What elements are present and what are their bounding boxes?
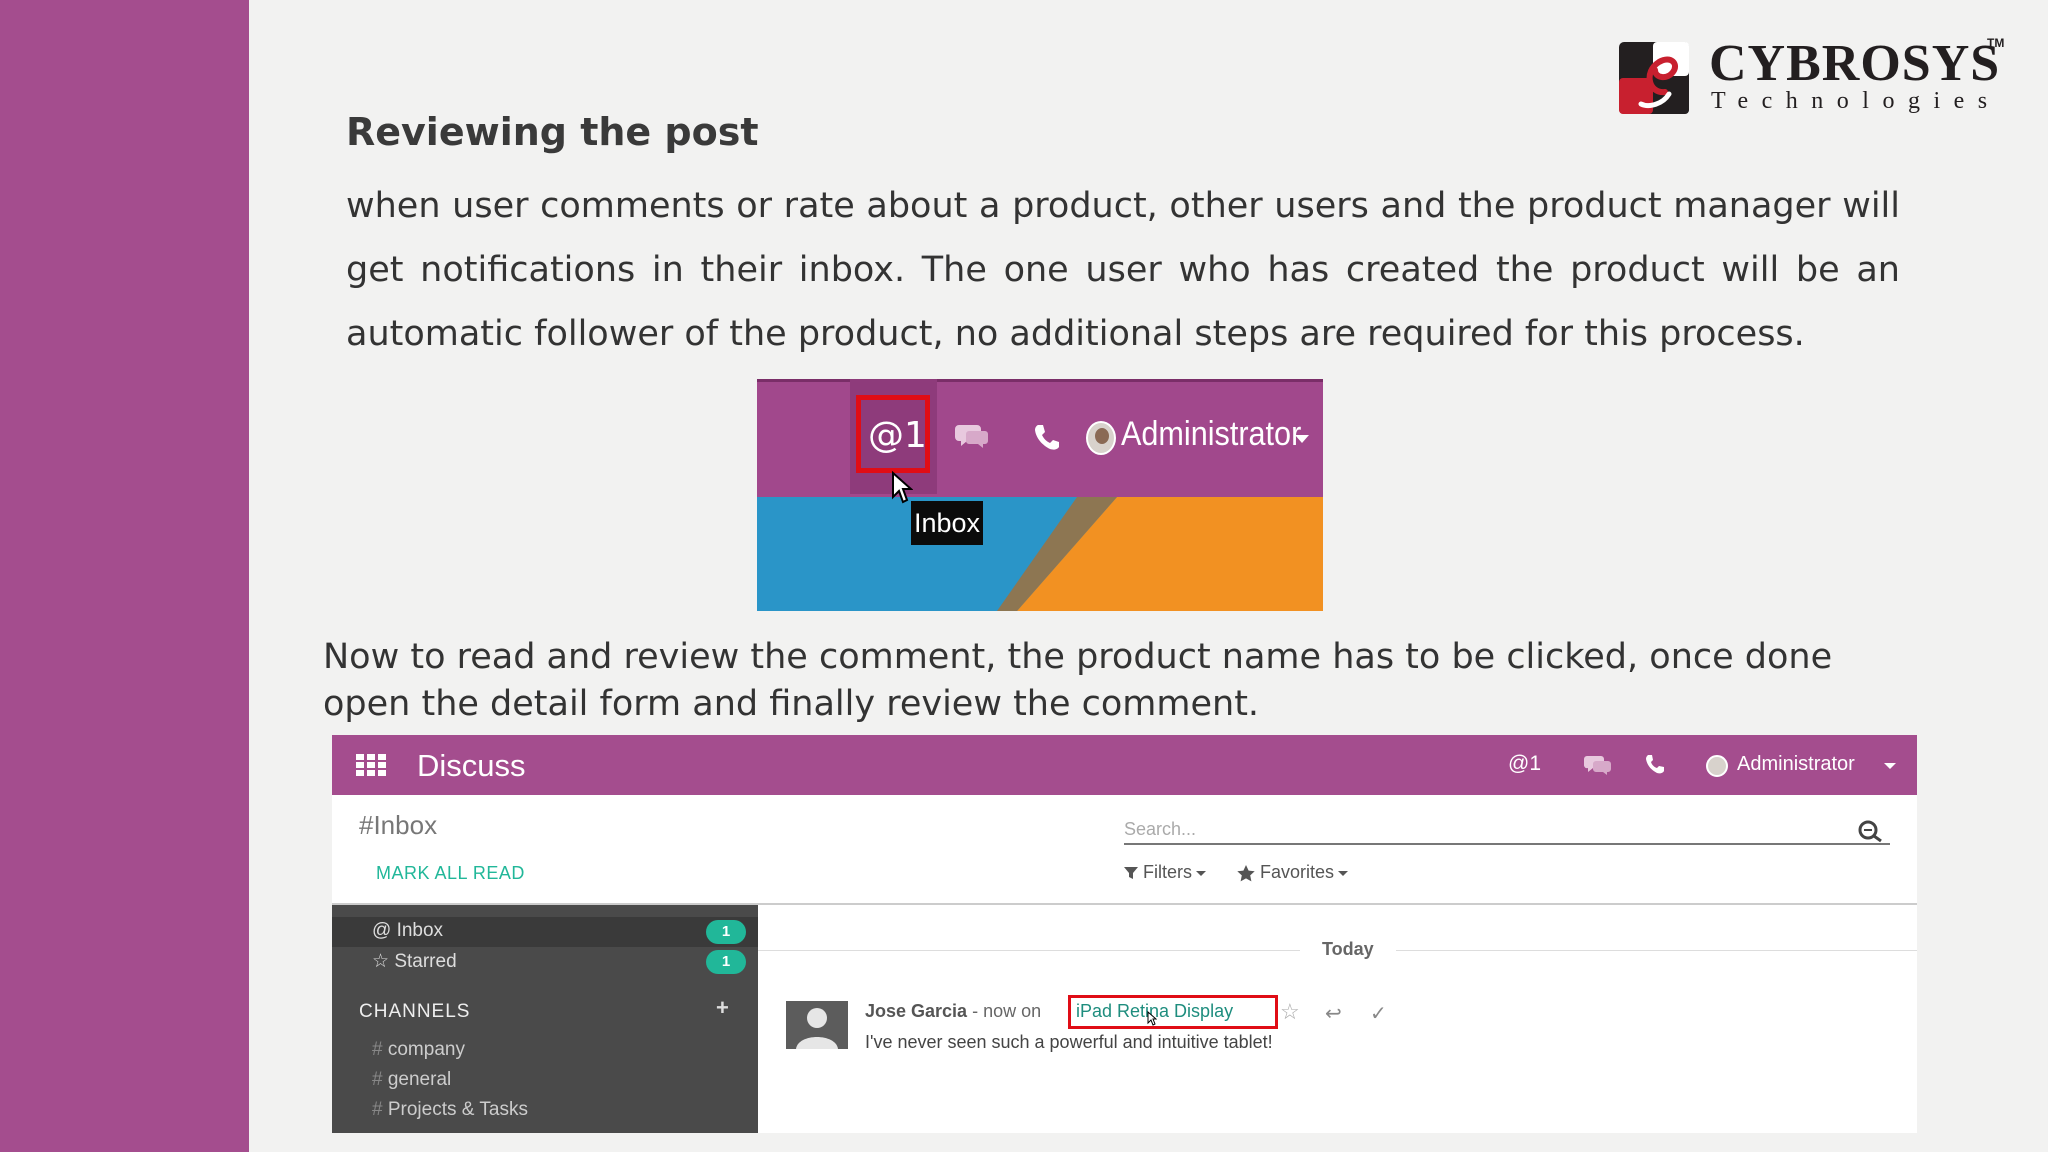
chat-icon[interactable] [1584,754,1612,776]
search-bar [1124,815,1890,845]
filters-dropdown[interactable]: Filters [1124,862,1207,883]
chat-icon[interactable] [955,421,989,451]
message-body: I've never seen such a powerful and intu… [865,1032,1273,1052]
avatar-icon[interactable] [1086,421,1116,455]
cursor-icon [1147,1011,1157,1026]
channel-label: Projects & Tasks [387,1099,528,1120]
channel-item-company[interactable]: # company [372,1039,465,1061]
sidebar-item-label: Starred [394,951,457,972]
highlight-box [1068,995,1278,1029]
logo-name: CYBROSYS [1709,35,2001,92]
accent-band [0,0,249,1152]
slide-title: Reviewing the post [346,110,759,154]
channel-item-projects[interactable]: # Projects & Tasks [372,1099,528,1121]
date-separator: Today [1300,939,1396,960]
message-meta: - now on [972,1001,1042,1021]
discuss-navbar [332,735,1917,795]
avatar-icon[interactable] [1706,755,1728,777]
screenshot-discuss: Discuss @1 Administrator #Inbox MARK ALL… [332,735,1917,1133]
filter-icon [1124,867,1138,880]
screenshot-inbox-notification: @1 Administrator Inbox [757,379,1323,611]
cursor-icon [892,471,913,504]
sidebar-item-label: Inbox [396,920,444,941]
caret-down-icon[interactable] [1884,763,1896,769]
slide-paragraph-1: when user comments or rate about a produ… [346,186,1900,354]
author-avatar[interactable] [786,1001,848,1049]
search-icon[interactable] [1856,819,1884,843]
star-icon[interactable]: ☆ [1280,999,1300,1025]
slide-paragraph-2: Now to read and review the comment, the … [323,637,1833,724]
channel-label: company [387,1039,465,1060]
phone-icon[interactable] [1033,423,1059,451]
sidebar-item-starred[interactable]: ☆ Starred [372,950,457,973]
channel-label: general [387,1069,452,1090]
inbox-tooltip: Inbox [911,501,983,545]
caret-down-icon [1338,870,1349,876]
caret-down-icon [1196,870,1207,876]
mark-all-read-button[interactable]: MARK ALL READ [376,863,525,884]
cybrosys-logo: CYBROSYS TM Technologies [1617,35,2004,120]
sidebar-item-inbox[interactable]: @ Inbox [372,920,443,942]
logo-trademark: TM [1987,36,2005,50]
star-icon: ☆ [372,951,390,972]
add-channel-icon[interactable]: + [716,995,729,1021]
unread-badge: 1 [706,950,746,974]
discuss-sidebar: @ Inbox 1 ☆ Starred 1 CHANNELS + # compa… [332,905,758,1133]
channel-item-general[interactable]: # general [372,1069,451,1091]
star-icon [1237,864,1255,882]
app-name: Discuss [417,748,526,783]
cybrosys-logo-mark-icon [1619,42,1689,114]
favorites-label: Favorites [1260,862,1335,882]
reply-icon[interactable]: ↩ [1325,1001,1342,1026]
mark-read-icon[interactable]: ✓ [1370,1001,1387,1026]
search-input[interactable] [1124,815,1844,843]
inbox-counter[interactable]: @1 [1508,752,1541,776]
apps-grid-icon[interactable] [356,754,386,776]
user-name[interactable]: Administrator [1121,415,1301,454]
channel-title: #Inbox [359,810,438,840]
filters-label: Filters [1143,862,1193,882]
channels-header: CHANNELS [359,1001,471,1022]
phone-icon[interactable] [1644,754,1664,776]
user-name[interactable]: Administrator [1737,753,1855,776]
logo-tagline: Technologies [1711,88,2001,114]
author-name[interactable]: Jose Garcia [865,1001,967,1021]
message-author: Jose Garcia - now on [865,1001,1041,1022]
unread-badge: 1 [706,920,746,944]
background-graphic [757,497,1323,611]
caret-down-icon[interactable] [1295,435,1309,443]
at-icon: @ [372,920,392,941]
favorites-dropdown[interactable]: Favorites [1237,862,1349,883]
highlight-box [856,395,930,473]
